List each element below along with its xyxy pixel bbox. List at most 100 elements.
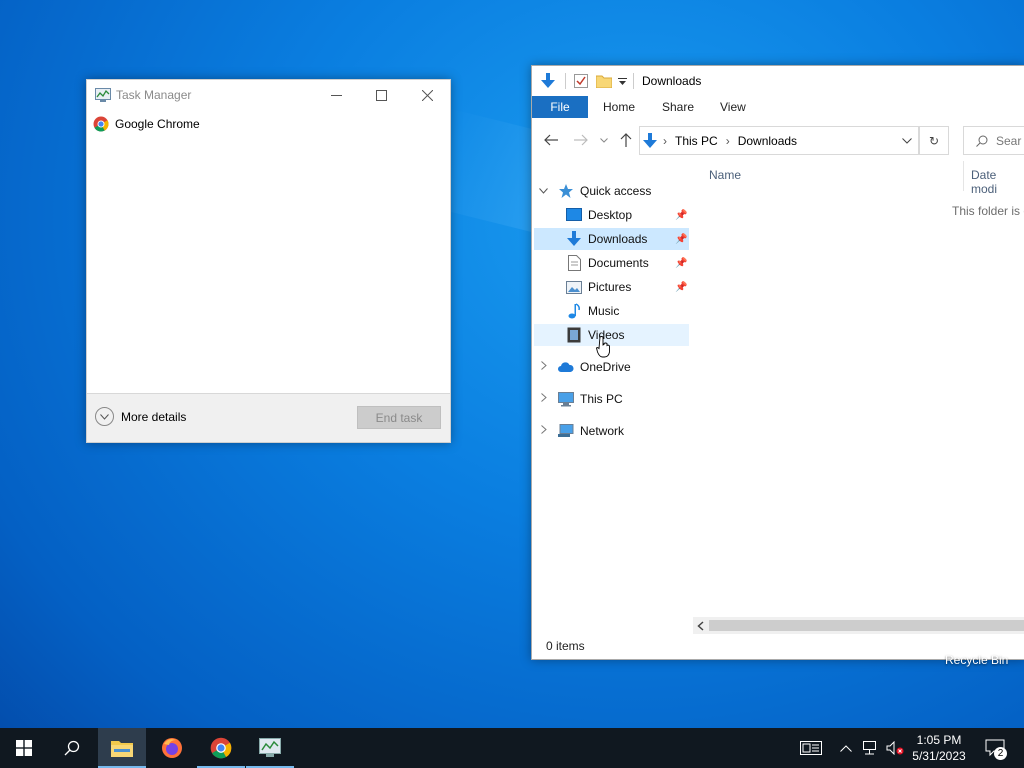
more-details-label: More details <box>121 409 187 424</box>
refresh-button[interactable]: ↻ <box>919 126 949 155</box>
windows-start-icon <box>16 740 32 756</box>
nav-quick-access[interactable]: Quick access <box>558 180 688 202</box>
network-status-button[interactable] <box>860 728 882 768</box>
search-icon <box>64 740 80 756</box>
search-placeholder: Sear <box>996 133 1022 148</box>
downloads-icon <box>643 132 657 148</box>
tab-share[interactable]: Share <box>662 96 694 118</box>
nav-item-videos[interactable]: Videos <box>534 324 689 346</box>
back-arrow-icon[interactable] <box>544 134 558 146</box>
breadcrumb-this-pc[interactable]: This PC <box>675 134 718 148</box>
start-button[interactable] <box>0 728 48 768</box>
nav-label: Pictures <box>588 280 632 294</box>
new-folder-icon[interactable] <box>596 74 612 88</box>
column-header-date-modified[interactable]: Date modi <box>971 168 1024 196</box>
nav-item-downloads[interactable]: Downloads 📌 <box>534 228 689 250</box>
app-row-chrome[interactable]: Google Chrome <box>93 115 200 133</box>
up-arrow-icon[interactable] <box>620 133 632 147</box>
address-bar[interactable]: › This PC › Downloads <box>639 126 919 155</box>
close-icon <box>421 89 433 101</box>
scroll-left-icon[interactable] <box>697 621 705 631</box>
maximize-icon <box>375 89 387 101</box>
downloads-icon <box>566 231 582 247</box>
nav-onedrive[interactable]: OneDrive <box>558 356 688 378</box>
search-input[interactable]: Sear <box>963 126 1024 155</box>
nav-label: Documents <box>588 256 649 270</box>
chevron-right-icon[interactable] <box>541 425 547 434</box>
column-divider[interactable] <box>963 161 964 191</box>
file-explorer-window: Downloads File Home Share View › This PC… <box>531 65 1024 660</box>
empty-folder-message: This folder is e <box>952 204 1024 218</box>
title-bar[interactable]: Downloads <box>532 66 1024 96</box>
nav-network[interactable]: Network <box>558 420 688 442</box>
videos-icon <box>566 327 582 343</box>
task-manager-window: Task Manager Google Chrome More details … <box>86 79 451 443</box>
nav-label: This PC <box>580 392 623 406</box>
taskbar-chrome[interactable] <box>197 728 245 768</box>
tab-home[interactable]: Home <box>603 96 635 118</box>
nav-this-pc[interactable]: This PC <box>558 388 688 410</box>
chevron-right-icon[interactable] <box>541 361 547 370</box>
horizontal-scrollbar[interactable] <box>693 617 1024 634</box>
taskbar-firefox[interactable] <box>148 728 196 768</box>
more-details-toggle[interactable]: More details <box>95 407 186 426</box>
clock-date: 5/31/2023 <box>912 749 966 763</box>
volume-muted-icon <box>886 741 904 755</box>
breadcrumb-downloads[interactable]: Downloads <box>738 134 797 148</box>
scrollbar-thumb[interactable] <box>709 620 1024 631</box>
chevron-down-icon[interactable] <box>902 138 912 144</box>
downloads-arrow-icon <box>541 73 555 88</box>
nav-item-pictures[interactable]: Pictures 📌 <box>534 276 689 298</box>
chrome-icon <box>210 737 232 759</box>
status-bar-count: 0 items <box>546 639 585 653</box>
taskbar-clock[interactable]: 1:05 PM 5/31/2023 <box>903 732 975 764</box>
firefox-icon <box>162 738 182 758</box>
task-manager-footer: More details End task <box>87 393 450 442</box>
tab-file[interactable]: File <box>532 96 588 118</box>
nav-item-music[interactable]: Music <box>534 300 689 322</box>
news-icon <box>800 741 822 755</box>
pictures-icon <box>566 279 582 295</box>
music-icon <box>566 303 582 319</box>
tab-view[interactable]: View <box>720 96 746 118</box>
column-header-name[interactable]: Name <box>709 168 741 182</box>
minimize-button[interactable] <box>313 80 359 110</box>
nav-label: Quick access <box>580 184 652 198</box>
maximize-button[interactable] <box>358 80 404 110</box>
nav-label: Downloads <box>588 232 648 246</box>
computer-icon <box>558 391 574 407</box>
title-bar[interactable]: Task Manager <box>87 80 450 110</box>
news-widget-button[interactable] <box>796 728 826 768</box>
nav-item-documents[interactable]: Documents 📌 <box>534 252 689 274</box>
network-icon <box>558 423 574 439</box>
pin-icon: 📌 <box>675 281 688 293</box>
pin-icon: 📌 <box>675 209 688 221</box>
show-hidden-icons-button[interactable] <box>836 728 856 768</box>
taskbar-task-manager[interactable] <box>246 728 294 768</box>
close-button[interactable] <box>404 80 450 110</box>
forward-arrow-icon[interactable] <box>574 134 588 146</box>
star-icon <box>558 183 574 199</box>
recent-locations-icon[interactable] <box>600 138 608 143</box>
file-explorer-icon <box>111 741 133 757</box>
customize-toolbar-icon[interactable] <box>618 78 627 87</box>
pin-icon: 📌 <box>675 257 688 269</box>
notification-badge: 2 <box>994 747 1007 760</box>
network-icon <box>863 741 876 755</box>
recycle-bin-label[interactable]: Recycle Bin <box>945 653 1008 667</box>
nav-label: Network <box>580 424 625 438</box>
taskbar-file-explorer[interactable] <box>98 728 146 768</box>
properties-icon[interactable] <box>574 74 588 88</box>
end-task-button[interactable]: End task <box>357 406 441 429</box>
app-name: Google Chrome <box>115 117 200 131</box>
hand-cursor-icon <box>596 336 610 358</box>
window-title: Task Manager <box>116 88 192 102</box>
action-center-button[interactable]: 2 <box>980 728 1010 768</box>
chevron-up-icon <box>840 744 852 752</box>
nav-label: Desktop <box>588 208 633 222</box>
chevron-down-icon[interactable] <box>539 188 548 194</box>
nav-item-desktop[interactable]: Desktop 📌 <box>534 204 689 226</box>
chevron-right-icon[interactable] <box>541 393 547 402</box>
chrome-icon <box>93 116 109 132</box>
search-button[interactable] <box>48 728 96 768</box>
